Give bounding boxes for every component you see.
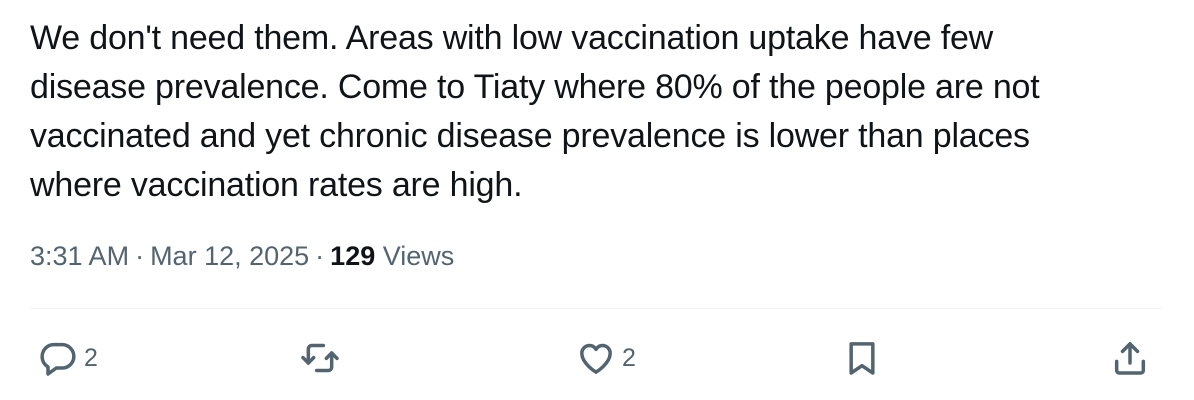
reply-button[interactable]: 2 — [38, 330, 98, 386]
bookmark-button[interactable] — [842, 330, 882, 386]
tweet-metadata: 3:31 AM · Mar 12, 2025 · 129 Views — [30, 238, 454, 274]
divider — [30, 308, 1162, 309]
retweet-icon — [301, 343, 339, 373]
tweet-time[interactable]: 3:31 AM — [30, 241, 129, 271]
heart-icon — [580, 343, 612, 374]
tweet-text-line: vaccinated and yet chronic disease preva… — [30, 117, 1030, 155]
tweet-date[interactable]: Mar 12, 2025 — [150, 241, 309, 271]
like-count: 2 — [622, 343, 636, 372]
views-label: Views — [382, 241, 455, 271]
like-button[interactable]: 2 — [576, 330, 636, 386]
reply-count: 2 — [84, 343, 98, 372]
share-icon — [1114, 342, 1146, 375]
tweet-text-line: where vaccination rates are high. — [30, 166, 523, 204]
share-button[interactable] — [1110, 330, 1150, 386]
retweet-button[interactable] — [300, 330, 340, 386]
views-count: 129 — [330, 241, 376, 271]
tweet-text: We don't need them. Areas with low vacci… — [30, 14, 1150, 210]
meta-separator: · — [135, 241, 145, 271]
meta-separator: · — [315, 241, 325, 271]
tweet-text-line: We don't need them. Areas with low vacci… — [30, 19, 994, 57]
action-bar: 2 2 — [0, 330, 1194, 386]
reply-icon — [40, 342, 76, 376]
tweet-text-line: disease prevalence. Come to Tiaty where … — [30, 68, 1040, 106]
bookmark-icon — [849, 342, 875, 375]
